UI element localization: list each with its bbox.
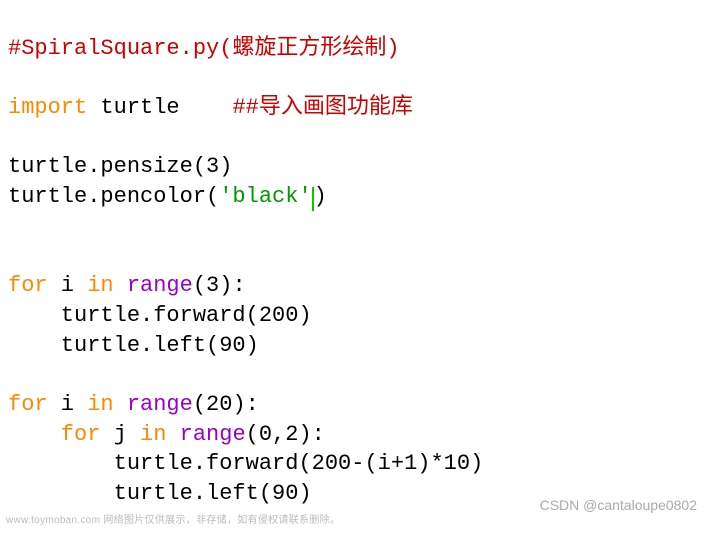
keyword-in: in	[87, 392, 113, 417]
comment-line: #SpiralSquare.py(螺旋正方形绘制)	[8, 36, 400, 61]
keyword-in: in	[140, 422, 166, 447]
code-editor: #SpiralSquare.py(螺旋正方形绘制) import turtle …	[8, 4, 699, 509]
loop-var: i	[48, 392, 88, 417]
keyword-import: import	[8, 95, 87, 120]
range-args: (20):	[193, 392, 259, 417]
loop-var: i	[48, 273, 88, 298]
range-args: (3):	[193, 273, 246, 298]
code-line: )	[314, 184, 327, 209]
code-line: turtle.left(90)	[8, 333, 259, 358]
keyword-for: for	[8, 273, 48, 298]
code-line: turtle.forward(200-(i+1)*10)	[8, 451, 483, 476]
keyword-for: for	[8, 392, 48, 417]
builtin-range: range	[127, 392, 193, 417]
space	[114, 273, 127, 298]
keyword-in: in	[87, 273, 113, 298]
keyword-for: for	[8, 422, 100, 447]
loop-var: j	[100, 422, 140, 447]
code-line: turtle.pensize(3)	[8, 154, 232, 179]
space	[166, 422, 179, 447]
code-line: turtle.pencolor(	[8, 184, 219, 209]
builtin-range: range	[127, 273, 193, 298]
inline-comment: ##导入画图功能库	[232, 95, 412, 120]
string-literal: 'black'	[219, 184, 311, 209]
builtin-range: range	[180, 422, 246, 447]
watermark-right: CSDN @cantaloupe0802	[540, 496, 697, 515]
code-line: turtle.left(90)	[8, 481, 312, 506]
range-args: (0,2):	[246, 422, 325, 447]
code-line: turtle.forward(200)	[8, 303, 312, 328]
watermark-left: www.toymoban.com 网络图片仅供展示，非存储，如有侵权请联系删除。	[6, 514, 340, 528]
space	[114, 392, 127, 417]
module-name: turtle	[87, 95, 232, 120]
